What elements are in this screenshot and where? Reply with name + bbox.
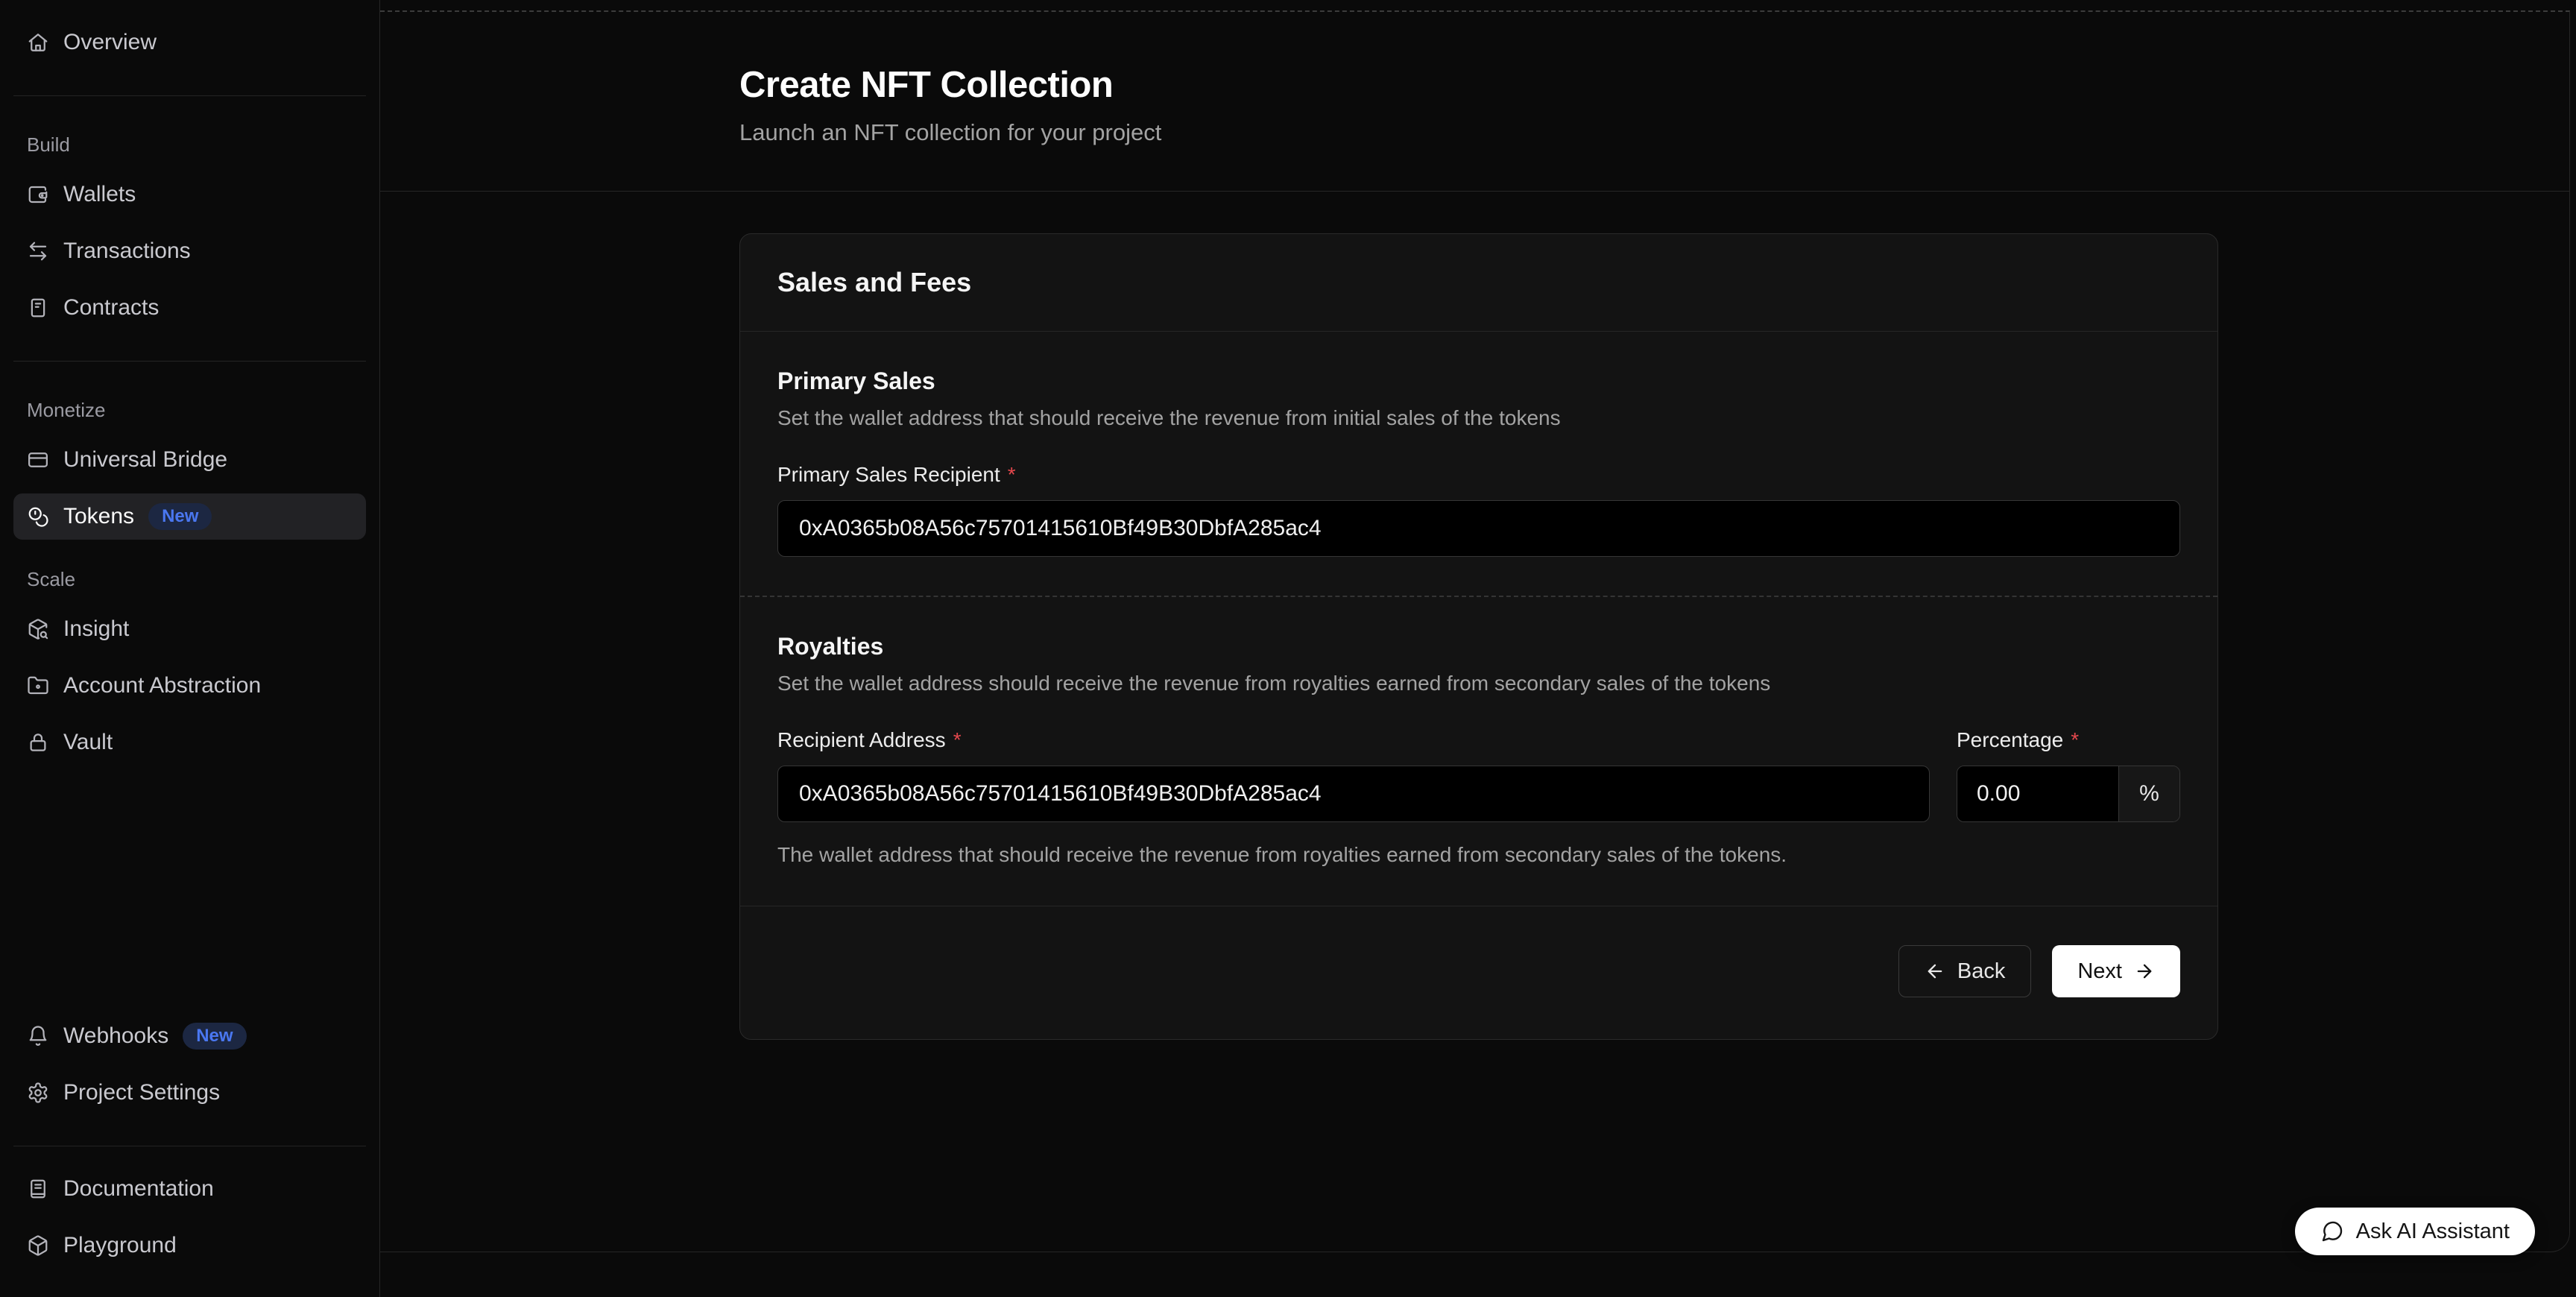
home-icon [27,31,49,54]
arrow-right-icon [2134,961,2155,982]
percent-suffix: % [2118,766,2179,821]
sidebar-item-playground[interactable]: Playground [13,1222,366,1269]
package-search-icon [27,618,49,640]
contract-document-icon [27,297,49,319]
primary-sales-recipient-label: Primary Sales Recipient * [777,463,2180,487]
primary-sales-section: Primary Sales Set the wallet address tha… [740,332,2217,597]
sidebar-item-transactions[interactable]: Transactions [13,228,366,274]
ask-ai-assistant-button[interactable]: Ask AI Assistant [2295,1208,2535,1255]
sidebar-item-label: Account Abstraction [63,673,261,698]
next-button-label: Next [2077,959,2122,984]
sidebar-divider [13,361,366,362]
sidebar-divider [13,95,366,96]
new-badge: New [148,503,212,530]
sidebar: Overview Build Wallets Transactions Cont… [0,0,380,1297]
recipient-address-label: Recipient Address * [777,728,1930,752]
percentage-field: Percentage * % [1957,695,2180,822]
sidebar-item-label: Webhooks [63,1023,168,1049]
sidebar-item-documentation[interactable]: Documentation [13,1166,366,1212]
sidebar-item-label: Documentation [63,1176,214,1202]
main-area: Create NFT Collection Launch an NFT coll… [380,0,2576,1297]
sidebar-item-insight[interactable]: Insight [13,606,366,652]
chat-bubble-icon [2320,1219,2344,1243]
folder-dot-icon [27,675,49,697]
sidebar-item-tokens[interactable]: Tokens New [13,493,366,540]
sidebar-item-label: Wallets [63,182,136,207]
royalties-section: Royalties Set the wallet address should … [740,597,2217,906]
coins-icon [27,505,49,528]
sidebar-item-wallets[interactable]: Wallets [13,171,366,218]
back-button[interactable]: Back [1898,945,2031,997]
sidebar-item-vault[interactable]: Vault [13,719,366,766]
field-label-text: Recipient Address [777,728,946,752]
sidebar-item-label: Tokens [63,504,134,529]
card-footer: Back Next [740,906,2217,1039]
field-label-text: Primary Sales Recipient [777,463,1000,487]
next-button[interactable]: Next [2052,945,2180,997]
new-badge: New [183,1023,246,1050]
app-root: Overview Build Wallets Transactions Cont… [0,0,2576,1297]
sidebar-item-label: Playground [63,1233,177,1258]
sidebar-item-universal-bridge[interactable]: Universal Bridge [13,437,366,483]
page-subtitle: Launch an NFT collection for your projec… [739,119,2525,146]
lock-icon [27,731,49,754]
percentage-input-group: % [1957,766,2180,822]
sidebar-item-label: Vault [63,730,113,755]
sidebar-item-label: Transactions [63,239,191,264]
page-header: Create NFT Collection Launch an NFT coll… [380,12,2569,192]
sidebar-item-contracts[interactable]: Contracts [13,285,366,331]
ask-ai-assistant-label: Ask AI Assistant [2356,1219,2510,1244]
sidebar-item-overview[interactable]: Overview [13,19,366,66]
percentage-label: Percentage * [1957,728,2180,752]
cube-icon [27,1234,49,1257]
page-title: Create NFT Collection [739,64,2525,106]
required-asterisk: * [2071,728,2079,752]
arrow-left-icon [1925,961,1945,982]
royalties-fields-row: Recipient Address * Percentage * [777,695,2180,822]
sidebar-spacer [13,776,366,1013]
percentage-input[interactable] [1957,766,2118,821]
recipient-address-field: Recipient Address * [777,695,1930,822]
main-panel: Create NFT Collection Launch an NFT coll… [380,10,2570,1252]
bell-icon [27,1025,49,1047]
credit-card-icon [27,449,49,471]
primary-sales-heading: Primary Sales [777,367,2180,395]
sidebar-item-project-settings[interactable]: Project Settings [13,1070,366,1116]
card-title: Sales and Fees [740,234,2217,332]
sidebar-item-label: Project Settings [63,1080,220,1105]
sales-and-fees-card: Sales and Fees Primary Sales Set the wal… [739,233,2218,1040]
sidebar-item-label: Overview [63,30,157,55]
wallet-icon [27,183,49,206]
sidebar-item-label: Contracts [63,295,159,321]
arrows-left-right-icon [27,240,49,262]
royalties-heading: Royalties [777,633,2180,660]
sidebar-section-build: Build [27,133,353,157]
royalties-description: Set the wallet address should receive th… [777,672,2180,695]
primary-sales-description: Set the wallet address that should recei… [777,406,2180,430]
primary-sales-recipient-input[interactable] [777,500,2180,557]
sidebar-item-label: Insight [63,616,129,642]
sidebar-section-scale: Scale [27,568,353,591]
recipient-address-input[interactable] [777,766,1930,822]
field-label-text: Percentage [1957,728,2063,752]
sidebar-item-account-abstraction[interactable]: Account Abstraction [13,663,366,709]
sidebar-section-monetize: Monetize [27,399,353,422]
required-asterisk: * [953,728,962,752]
sidebar-item-label: Universal Bridge [63,447,227,473]
book-icon [27,1178,49,1200]
required-asterisk: * [1008,463,1016,487]
royalties-helper-text: The wallet address that should receive t… [777,843,2180,867]
back-button-label: Back [1957,959,2005,984]
sidebar-item-webhooks[interactable]: Webhooks New [13,1013,366,1059]
gear-icon [27,1082,49,1104]
